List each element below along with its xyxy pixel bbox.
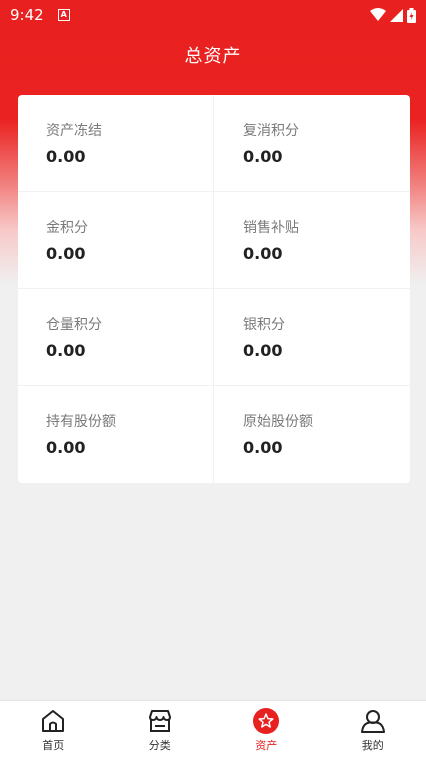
asset-label: 银积分 [243,317,285,333]
wifi-icon [370,8,386,21]
store-icon [148,710,171,732]
asset-label: 复消积分 [243,123,299,139]
tab-label: 首页 [42,739,65,752]
page-title: 总资产 [184,46,242,67]
asset-value: 0.00 [243,341,283,360]
asset-item-warehouse-points: 仓量积分 0.00 [18,289,214,386]
asset-item-held-shares: 持有股份额 0.00 [18,386,214,483]
asset-item-sales-subsidy: 销售补贴 0.00 [214,192,410,289]
asset-value: 0.00 [46,438,86,457]
status-bar: 9:42 A [0,0,426,30]
star-badge-icon [253,708,280,734]
asset-label: 金积分 [46,220,88,236]
asset-item-original-shares: 原始股份额 0.00 [214,386,410,483]
asset-card: 资产冻结 0.00 复消积分 0.00 金积分 0.00 销售补贴 0.00 仓… [18,95,410,483]
notification-a-icon: A [57,9,70,21]
tab-label: 资产 [255,739,278,752]
asset-value: 0.00 [46,147,86,166]
asset-item-frozen: 资产冻结 0.00 [18,95,214,192]
asset-item-gold-points: 金积分 0.00 [18,192,214,289]
asset-label: 持有股份额 [46,414,116,430]
home-icon [42,710,65,732]
asset-value: 0.00 [46,244,86,263]
asset-label: 仓量积分 [46,317,102,333]
asset-value: 0.00 [243,147,283,166]
signal-icon [390,8,403,22]
asset-item-silver-points: 银积分 0.00 [214,289,410,386]
tab-category[interactable]: 分类 [107,701,214,758]
tab-mine[interactable]: 我的 [320,701,426,758]
asset-value: 0.00 [243,244,283,263]
user-icon [360,710,385,733]
asset-value: 0.00 [46,341,86,360]
asset-value: 0.00 [243,438,283,457]
asset-label: 资产冻结 [46,123,102,139]
asset-label: 原始股份额 [243,414,313,430]
asset-label: 销售补贴 [243,220,299,236]
tab-label: 我的 [361,739,384,752]
tab-assets[interactable]: 资产 [213,701,320,758]
battery-icon [407,7,416,23]
tab-home[interactable]: 首页 [0,701,107,758]
asset-item-repurchase-points: 复消积分 0.00 [214,95,410,192]
bottom-tab-bar: 首页 分类 资产 我的 [0,700,426,758]
tab-label: 分类 [148,739,171,752]
status-time: 9:42 [10,6,44,24]
